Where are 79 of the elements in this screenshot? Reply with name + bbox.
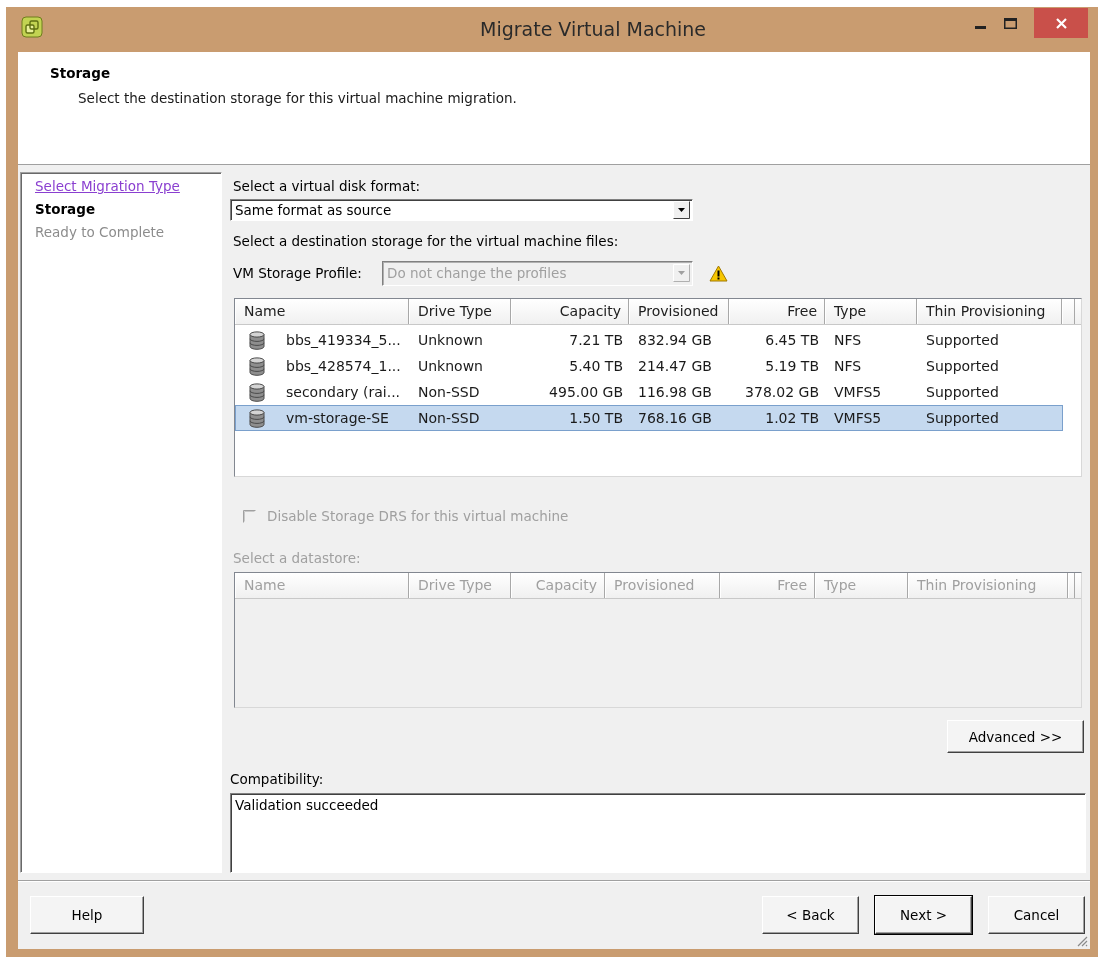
destination-label: Select a destination storage for the virtual machine files:	[233, 233, 620, 249]
dialog-button[interactable]: Cancel	[988, 896, 1085, 934]
column-header: Thin Provisioning	[908, 573, 1068, 598]
table-cell-text: 116.98 GB	[637, 383, 713, 402]
compatibility-label: Compatibility:	[230, 771, 325, 787]
column-header[interactable]: Provisioned	[629, 299, 729, 324]
column-header: Provisioned	[605, 573, 720, 598]
table-cell-text: 1.02 TB	[764, 409, 820, 428]
table-row[interactable]: bbs_419334_5... Unknown 7.21 TB 832.94 GB 6.45 TB NFS Supported	[235, 327, 1063, 353]
table-cell-text: Supported	[925, 331, 1000, 350]
dialog-button[interactable]: < Back	[762, 896, 859, 934]
datastore-icon	[249, 356, 265, 376]
storage-profile-dropdown: Do not change the profiles	[382, 260, 693, 286]
table-cell: secondary (rai...	[286, 383, 401, 401]
column-header: Capacity	[511, 573, 605, 598]
checkbox-label: Disable Storage DRS for this virtual machine	[267, 508, 569, 524]
column-header[interactable]: Drive Type	[409, 299, 511, 324]
dropdown-arrow-icon	[673, 201, 690, 219]
datastore-icon	[249, 382, 265, 402]
table-cell-text: Supported	[925, 383, 1000, 402]
table-cell-text: Non-SSD	[417, 409, 481, 428]
maximize-icon[interactable]	[1004, 18, 1017, 29]
step-item: Ready to Complete	[35, 224, 165, 241]
page-title: Storage	[50, 65, 112, 81]
column-header[interactable]: Capacity	[511, 299, 629, 324]
table-cell-text: 7.21 TB	[568, 331, 624, 350]
column-header: Free	[720, 573, 815, 598]
table-cell-text: NFS	[833, 357, 863, 376]
current-step[interactable]: Storage	[35, 201, 96, 218]
table-cell-text: NFS	[833, 331, 863, 350]
table-cell-text: 1.50 TB	[568, 409, 624, 428]
table-cell-text: 6.45 TB	[764, 331, 820, 350]
empty-column-header	[1062, 299, 1075, 324]
dialog-button[interactable]: Next >	[875, 896, 972, 934]
table-cell-text: 378.02 GB	[744, 383, 820, 402]
step-link[interactable]: Select Migration Type	[35, 178, 180, 195]
datastore-icon	[249, 408, 265, 428]
table-cell: bbs_428574_1...	[286, 357, 401, 375]
app-icon	[21, 16, 43, 38]
disk-format-label: Select a virtual disk format:	[233, 178, 421, 194]
column-header[interactable]: Thin Provisioning	[917, 299, 1062, 324]
table-cell-text: 495.00 GB	[548, 383, 624, 402]
column-header: Type	[815, 573, 908, 598]
datastore-icon	[249, 330, 265, 350]
storage-profile-label: VM Storage Profile:	[232, 265, 363, 281]
table-cell-text: 5.19 TB	[764, 357, 820, 376]
advanced-button[interactable]: Advanced >>	[947, 720, 1084, 753]
table-cell-text: VMFS5	[833, 383, 883, 402]
table-row[interactable]: vm-storage-SE Non-SSD 1.50 TB 768.16 GB 1.02 TB VMFS5 Supported	[235, 405, 1063, 431]
table-cell-text: VMFS5	[833, 409, 883, 428]
table-row[interactable]: bbs_428574_1... Unknown 5.40 TB 214.47 GB 5.19 TB NFS Supported	[235, 353, 1063, 379]
column-header[interactable]: Free	[729, 299, 825, 324]
table-cell-text: Unknown	[417, 357, 484, 376]
compatibility-field: Validation succeeded	[230, 793, 1086, 873]
empty-column-header	[1068, 573, 1075, 598]
page-description: Select the destination storage for this virtual machine migration.	[78, 90, 518, 106]
window-title: Migrate Virtual Machine	[480, 17, 707, 41]
help-button[interactable]: Help	[30, 896, 144, 934]
column-header: Name	[235, 573, 409, 598]
table-cell-text: Supported	[925, 357, 1000, 376]
close-icon	[1055, 17, 1067, 29]
column-header[interactable]: Type	[825, 299, 917, 324]
table-cell-text: 214.47 GB	[637, 357, 713, 376]
table-cell-text: Unknown	[417, 331, 484, 350]
table-cell-text: 832.94 GB	[637, 331, 713, 350]
column-header: Drive Type	[409, 573, 511, 598]
datastore-picker-label: Select a datastore:	[233, 550, 362, 566]
resize-grip-icon[interactable]	[1076, 935, 1088, 947]
table-cell-text: 5.40 TB	[568, 357, 624, 376]
table-cell: vm-storage-SE	[286, 409, 389, 427]
table-cell: bbs_419334_5...	[286, 331, 401, 349]
dropdown-arrow-icon	[673, 264, 690, 282]
close-button[interactable]	[1034, 8, 1088, 38]
table-cell-text: 768.16 GB	[637, 409, 713, 428]
table-cell-text: Supported	[925, 409, 1000, 428]
column-header[interactable]: Name	[235, 299, 409, 324]
table-cell-text: Non-SSD	[417, 383, 481, 402]
table-row[interactable]: secondary (rai... Non-SSD 495.00 GB 116.98 GB 378.02 GB VMFS5 Supported	[235, 379, 1063, 405]
disk-format-dropdown[interactable]: Same format as source	[230, 199, 693, 221]
